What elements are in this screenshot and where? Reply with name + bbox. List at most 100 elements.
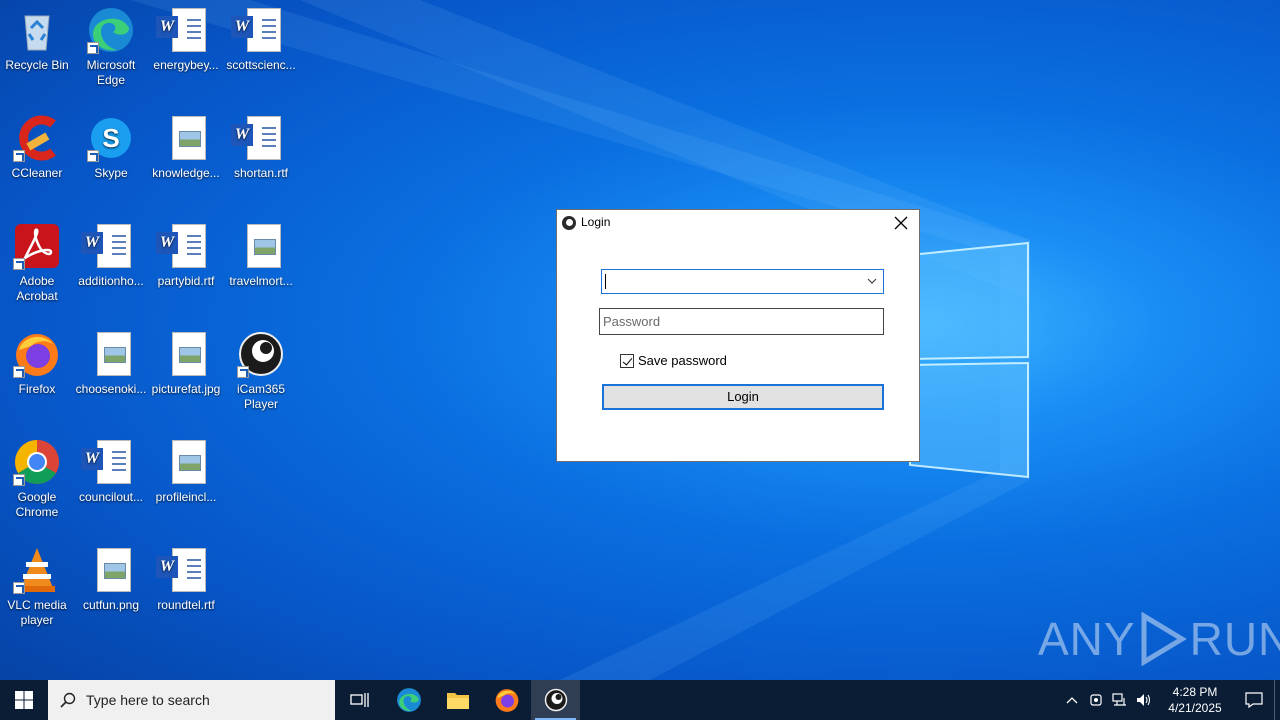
desktop-icon-label: energybey... (153, 58, 219, 72)
notification-icon (1245, 692, 1263, 708)
desktop-icon-label: Firefox (18, 382, 56, 396)
shortcut-arrow-icon (13, 258, 25, 270)
taskbar: Type here to search 4:28 PM 4/21/2025 (0, 680, 1280, 720)
ccleaner-icon (13, 114, 61, 162)
desktop-icon-firefox[interactable]: Firefox (0, 326, 74, 426)
login-button[interactable]: Login (602, 384, 884, 410)
desktop-icon-word-doc[interactable]: W shortan.rtf (224, 110, 298, 210)
desktop-icon-label: Adobe Acrobat (16, 274, 58, 303)
edge-icon (87, 6, 135, 54)
desktop-icon-label: profileincl... (155, 490, 217, 504)
start-button[interactable] (0, 680, 48, 720)
skype-icon: S (87, 114, 135, 162)
clock-date: 4/21/2025 (1168, 701, 1222, 715)
shortcut-arrow-icon (87, 42, 99, 54)
firefox-icon (495, 689, 518, 712)
desktop-icon-image-file[interactable]: profileincl... (149, 434, 223, 534)
word-doc-icon: W (156, 6, 210, 54)
desktop-icon-label: shortan.rtf (233, 166, 289, 180)
text-cursor (605, 274, 606, 289)
desktop-icon-skype[interactable]: S Skype (74, 110, 148, 210)
desktop-icon-vlc[interactable]: VLC media player (0, 542, 74, 642)
desktop-icon-label: partybid.rtf (157, 274, 215, 288)
username-combobox[interactable] (601, 269, 884, 294)
chevron-down-icon[interactable] (865, 273, 879, 289)
desktop-icon-recycle-bin[interactable]: Recycle Bin (0, 2, 74, 102)
chevron-up-icon (1066, 697, 1078, 704)
desktop-icon-label: additionho... (78, 274, 144, 288)
show-desktop-button[interactable] (1274, 680, 1280, 720)
desktop-icon-microsoft-edge[interactable]: Microsoft Edge (74, 2, 148, 102)
tray-network-button[interactable] (1108, 680, 1132, 720)
dialog-title-bar[interactable]: Login (557, 210, 919, 236)
desktop-icon-word-doc[interactable]: W partybid.rtf (149, 218, 223, 318)
word-doc-icon: W (231, 6, 285, 54)
save-password-checkbox[interactable] (620, 353, 634, 368)
desktop-icon-label: scottscienc... (226, 58, 296, 72)
system-tray: 4:28 PM 4/21/2025 (1060, 680, 1280, 720)
desktop-icon-label: roundtel.rtf (157, 598, 215, 612)
desktop-icon-google-chrome[interactable]: Google Chrome (0, 434, 74, 534)
image-file-icon (162, 438, 210, 486)
desktop-icon-word-doc[interactable]: W energybey... (149, 2, 223, 102)
desktop-icon-image-file[interactable]: travelmort... (224, 218, 298, 318)
word-doc-icon: W (81, 438, 135, 486)
taskbar-file-explorer[interactable] (433, 680, 482, 720)
taskbar-firefox[interactable] (482, 680, 531, 720)
play-icon (1141, 612, 1187, 666)
desktop-icon-adobe-acrobat[interactable]: Adobe Acrobat (0, 218, 74, 318)
save-password-option[interactable]: Save password (620, 353, 727, 368)
shortcut-arrow-icon (13, 366, 25, 378)
desktop-icon-label: choosenoki... (75, 382, 147, 396)
search-placeholder: Type here to search (86, 692, 210, 708)
action-center-button[interactable] (1234, 680, 1274, 720)
desktop-icon-label: iCam365 Player (236, 382, 286, 411)
desktop-icon-ccleaner[interactable]: CCleaner (0, 110, 74, 210)
clock-time: 4:28 PM (1172, 685, 1218, 699)
volume-icon (1137, 694, 1151, 706)
taskbar-search-box[interactable]: Type here to search (48, 680, 335, 720)
word-doc-icon: W (156, 546, 210, 594)
tray-volume-button[interactable] (1132, 680, 1156, 720)
desktop-icon-label: picturefat.jpg (151, 382, 221, 396)
vlc-icon (13, 546, 61, 594)
desktop-icon-word-doc[interactable]: W roundtel.rtf (149, 542, 223, 642)
svg-text:S: S (102, 123, 119, 153)
desktop-icon-label: Recycle Bin (5, 58, 69, 72)
image-file-icon (162, 330, 210, 378)
desktop-icon-word-doc[interactable]: W additionho... (74, 218, 148, 318)
desktop-icon-image-file[interactable]: choosenoki... (74, 326, 148, 426)
password-field[interactable] (599, 308, 884, 335)
tray-device-button[interactable] (1084, 680, 1108, 720)
desktop-icon-image-file[interactable]: cutfun.png (74, 542, 148, 642)
icam365-icon (544, 688, 567, 712)
watermark-text-left: ANY (1038, 613, 1136, 665)
desktop-icon-image-file[interactable]: picturefat.jpg (149, 326, 223, 426)
chrome-icon (13, 438, 61, 486)
desktop-icon-image-file[interactable]: knowledge... (149, 110, 223, 210)
task-view-icon (349, 693, 369, 707)
acrobat-icon (13, 222, 61, 270)
windows-start-icon (15, 691, 33, 709)
desktop-icon-word-doc[interactable]: W scottscienc... (224, 2, 298, 102)
network-icon (1112, 693, 1126, 706)
desktop-icon-label: Skype (94, 166, 128, 180)
image-file-icon (87, 330, 135, 378)
show-hidden-icons-button[interactable] (1060, 680, 1084, 720)
desktop-icon-icam365[interactable]: iCam365 Player (224, 326, 298, 426)
shortcut-arrow-icon (237, 366, 249, 378)
windows-wallpaper-logo (909, 241, 1029, 479)
close-icon (894, 216, 908, 230)
taskbar-clock[interactable]: 4:28 PM 4/21/2025 (1156, 684, 1234, 716)
desktop-icon-word-doc[interactable]: W councilout... (74, 434, 148, 534)
desktop-icon-label: CCleaner (11, 166, 63, 180)
word-doc-icon: W (156, 222, 210, 270)
taskbar-edge[interactable] (384, 680, 433, 720)
firefox-icon (13, 330, 61, 378)
device-icon (1090, 694, 1102, 706)
close-button[interactable] (889, 213, 913, 233)
task-view-button[interactable] (335, 680, 384, 720)
folder-icon (446, 693, 469, 709)
taskbar-icam365[interactable] (531, 680, 580, 720)
image-file-icon (237, 222, 285, 270)
